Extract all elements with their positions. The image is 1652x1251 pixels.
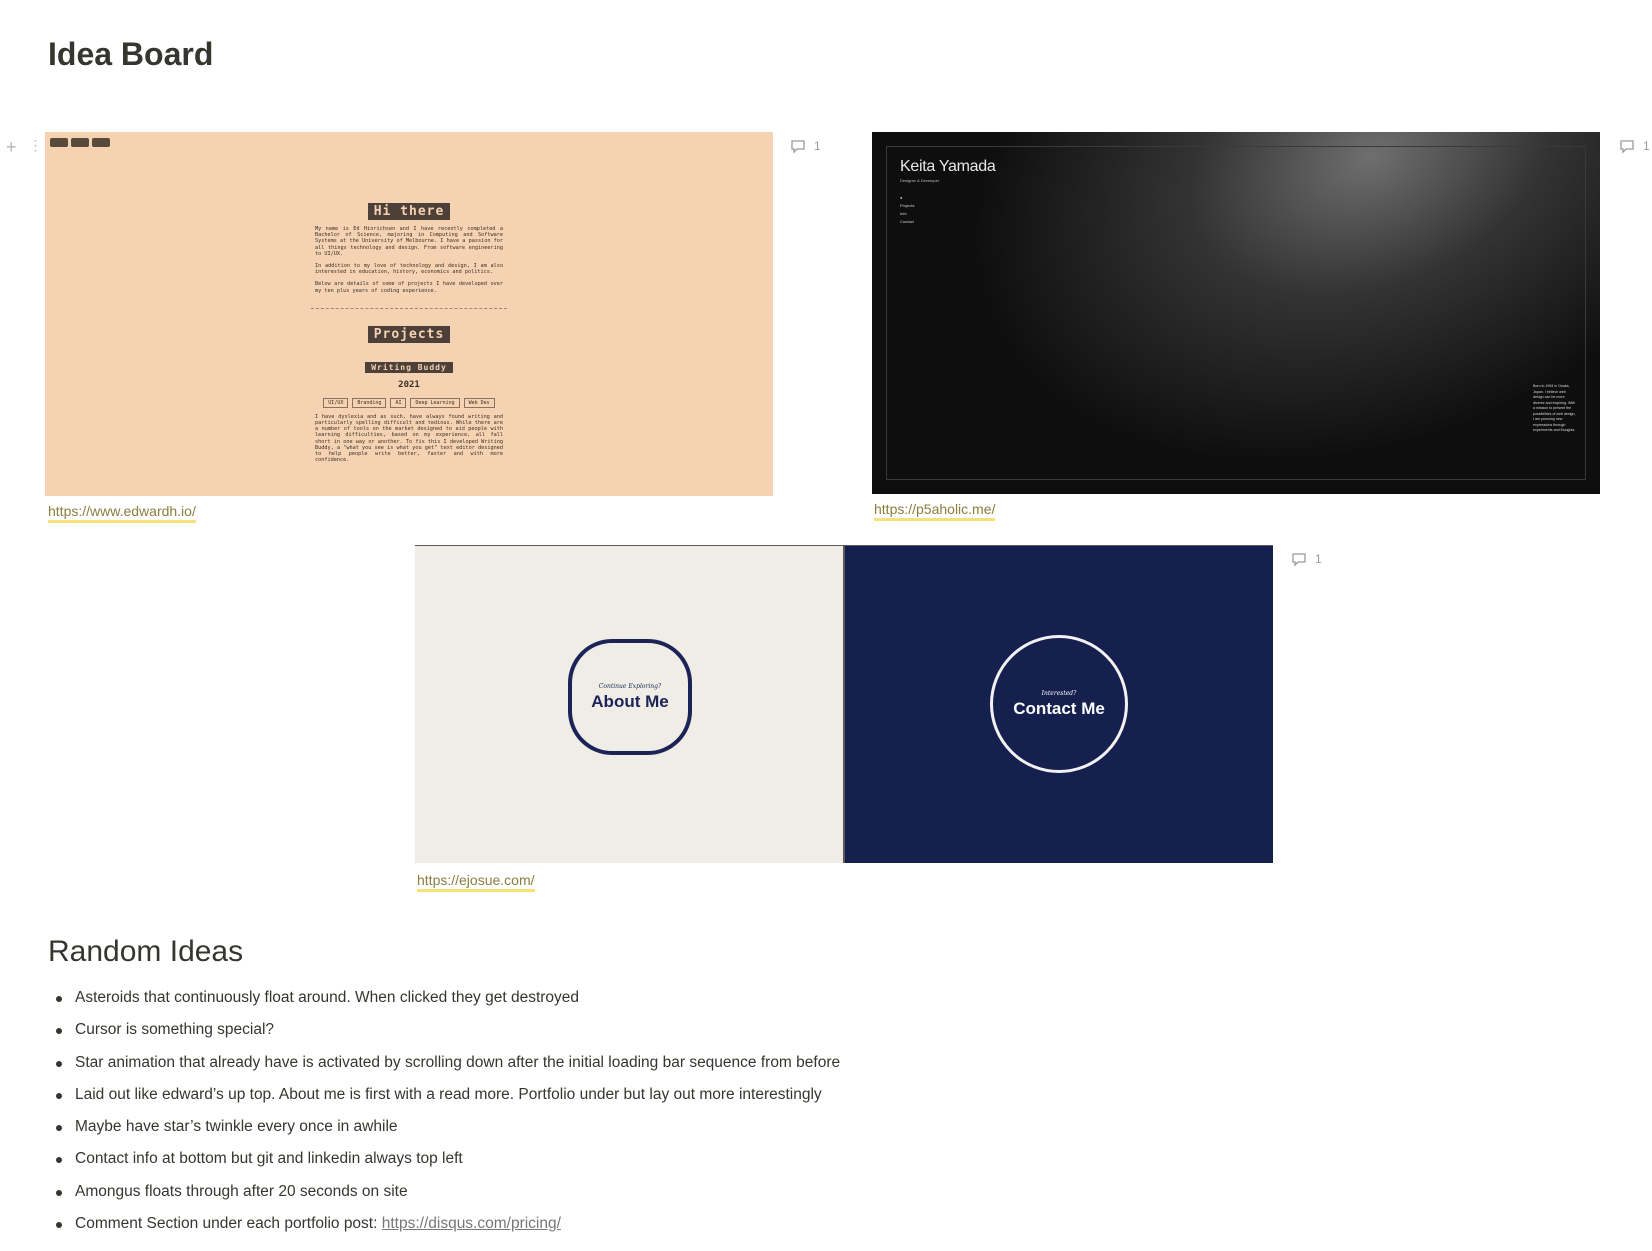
list-item-text: Contact info at bottom but git and linke… — [75, 1150, 463, 1168]
comment-count[interactable]: 1 — [1619, 138, 1650, 154]
p5aholic-screenshot[interactable]: Keita Yamada Designer & Developer ● Proj… — [872, 132, 1600, 494]
list-item-text: Cursor is something special? — [75, 1021, 275, 1039]
list-item-text: Maybe have star’s twinkle every once in … — [75, 1118, 398, 1136]
frame — [886, 146, 1586, 480]
ideas-list: Asteroids that continuously float around… — [48, 982, 840, 1240]
preview-nav: ● Projects Info Contact — [900, 194, 914, 226]
ejosue-link[interactable]: https://ejosue.com/ — [417, 872, 535, 892]
contact-big-text: Contact Me — [1013, 698, 1105, 718]
comment-icon — [1292, 553, 1306, 567]
top-border — [415, 545, 1273, 546]
list-item[interactable]: Asteroids that continuously float around… — [48, 982, 840, 1014]
contact-me-badge: Interested? Contact Me — [990, 635, 1128, 773]
social-icons — [50, 138, 110, 147]
nav-item: Contact — [900, 219, 914, 224]
tag: Deep Learning — [410, 397, 460, 408]
divider — [311, 307, 507, 309]
list-item-text: Asteroids that continuously float around… — [75, 989, 580, 1006]
bullet — [56, 1125, 62, 1132]
edwardh-link[interactable]: https://www.edwardh.io/ — [48, 503, 196, 523]
bullet — [56, 1028, 62, 1035]
ejosue-screenshot[interactable]: Continue Exploring? About Me Interested?… — [415, 545, 1273, 863]
about-panel: Continue Exploring? About Me — [415, 545, 843, 863]
tag: AI — [390, 397, 407, 408]
preview-heading: Hi there — [367, 203, 451, 220]
bullet — [56, 1060, 62, 1067]
add-block-icon[interactable]: + — [6, 137, 17, 158]
list-item[interactable]: Comment Section under each portfolio pos… — [48, 1208, 840, 1240]
project-year: 2021 — [398, 379, 420, 390]
project-name: Writing Buddy — [365, 361, 453, 373]
comment-count-label: 1 — [814, 139, 821, 153]
list-item[interactable]: Amongus floats through after 20 seconds … — [48, 1176, 840, 1208]
comment-count[interactable]: 1 — [1291, 551, 1322, 567]
edwardh-screenshot[interactable]: Hi there My name is Ed Hinrichsen and I … — [45, 132, 773, 496]
preview-bio: Born in 1994 in Osaka, Japan. I believe … — [1533, 384, 1576, 432]
list-item-text: Star animation that already have is acti… — [75, 1053, 841, 1071]
preview-intro-1: My name is Ed Hinrichsen and I have rece… — [315, 226, 503, 257]
list-item-text: Comment Section under each portfolio pos… — [75, 1215, 382, 1233]
list-item[interactable]: Maybe have star’s twinkle every once in … — [48, 1111, 840, 1143]
comment-icon — [791, 140, 805, 154]
list-item[interactable]: Laid out like edward’s up top. About me … — [48, 1079, 840, 1111]
about-big-text: About Me — [591, 691, 669, 711]
projects-heading: Projects — [367, 325, 451, 343]
project-tags: UI/UX Branding AI Deep Learning Web Dev — [45, 397, 773, 408]
about-me-badge: Continue Exploring? About Me — [568, 639, 692, 755]
preview-subtitle: Designer & Developer — [900, 178, 940, 183]
about-small-text: Continue Exploring? — [598, 682, 662, 690]
page-title: Idea Board — [48, 36, 214, 72]
p5aholic-link[interactable]: https://p5aholic.me/ — [874, 501, 996, 521]
comment-count[interactable]: 1 — [790, 138, 821, 154]
nav-item: ● — [900, 195, 903, 200]
preview-intro-3: Below are details of some of projects I … — [315, 281, 503, 294]
list-item-text: Laid out like edward’s up top. About me … — [75, 1085, 822, 1103]
random-ideas-heading: Random Ideas — [48, 935, 244, 968]
comment-count-label: 1 — [1315, 552, 1322, 566]
contact-panel: Interested? Contact Me — [845, 545, 1273, 863]
list-item[interactable]: Star animation that already have is acti… — [48, 1047, 840, 1079]
tag: Branding — [352, 397, 387, 408]
bullet — [56, 1189, 62, 1196]
list-item[interactable]: Contact info at bottom but git and linke… — [48, 1143, 840, 1175]
bullet — [56, 1222, 62, 1229]
disqus-pricing-link[interactable]: https://disqus.com/pricing/ — [382, 1215, 561, 1232]
preview-intro-2: In addition to my love of technology and… — [315, 263, 503, 276]
tag: UI/UX — [323, 397, 349, 408]
list-item[interactable]: Cursor is something special? — [48, 1014, 840, 1046]
list-item-text: Amongus floats through after 20 seconds … — [75, 1182, 408, 1200]
preview-name: Keita Yamada — [900, 158, 996, 175]
tag: Web Dev — [463, 397, 495, 408]
comment-icon — [1620, 140, 1634, 154]
nav-item: Info — [900, 211, 907, 216]
nav-item: Projects — [900, 203, 915, 208]
comment-count-label: 1 — [1643, 139, 1650, 153]
project-description: I have dyslexia and as such, have always… — [315, 413, 503, 464]
bullet — [56, 1092, 62, 1099]
bullet — [56, 996, 62, 1002]
contact-small-text: Interested? — [1041, 689, 1077, 697]
bullet — [56, 1157, 62, 1164]
